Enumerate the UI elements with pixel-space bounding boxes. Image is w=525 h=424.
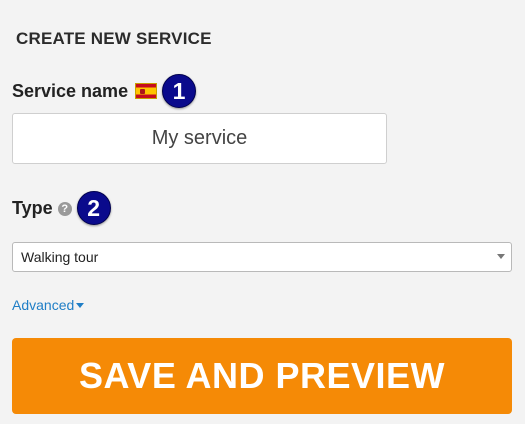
type-select-value: Walking tour (21, 249, 99, 265)
page-title: CREATE NEW SERVICE (16, 29, 212, 48)
spain-flag-icon[interactable] (135, 83, 158, 99)
service-name-label: Service name (12, 80, 129, 101)
type-select[interactable]: Walking tour (12, 242, 512, 272)
question-mark-icon[interactable]: ? (57, 202, 72, 216)
advanced-label: Advanced (12, 297, 75, 313)
advanced-toggle-link[interactable]: Advanced (12, 297, 85, 313)
caret-down-icon (76, 303, 85, 308)
service-name-input[interactable] (12, 113, 387, 164)
step-badge-2: 2 (76, 191, 111, 225)
service-name-label-row: Service name 1 (12, 74, 197, 108)
step-badge-1: 1 (162, 74, 197, 108)
chevron-down-icon (497, 254, 505, 259)
save-and-preview-button[interactable]: SAVE AND PREVIEW (12, 338, 512, 414)
type-label: Type (12, 197, 53, 218)
type-label-row: Type ? 2 (12, 190, 111, 226)
